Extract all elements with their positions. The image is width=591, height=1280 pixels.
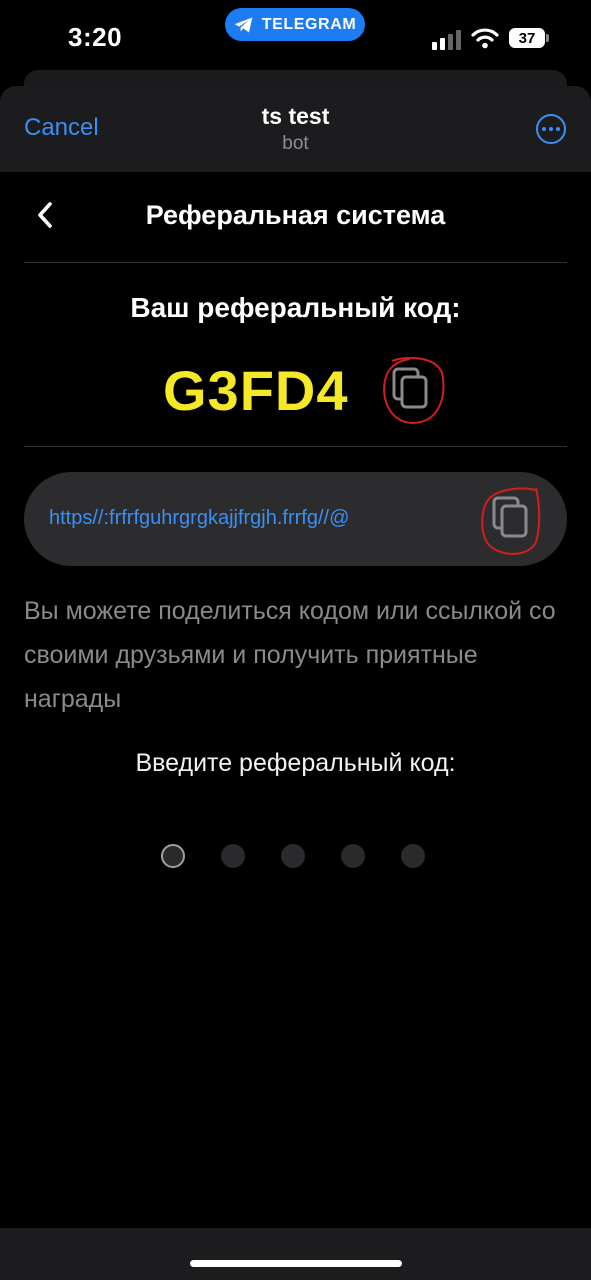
code-digit-slot[interactable]: [221, 844, 245, 868]
copy-icon: [481, 487, 541, 555]
bottom-bar: [0, 1228, 591, 1280]
battery-nub: [546, 34, 549, 42]
code-digit-slot[interactable]: [401, 844, 425, 868]
code-entry-indicator[interactable]: [161, 844, 425, 868]
battery-indicator: 37: [509, 28, 545, 48]
copy-link-button[interactable]: [478, 482, 544, 558]
divider: [24, 262, 567, 263]
code-digit-slot[interactable]: [161, 844, 185, 868]
more-options-button[interactable]: [536, 114, 566, 144]
copy-code-button[interactable]: [380, 355, 446, 425]
referral-code-value: G3FD4: [163, 359, 349, 422]
more-options-icon: [542, 127, 546, 131]
divider: [24, 446, 567, 447]
code-digit-slot[interactable]: [281, 844, 305, 868]
bot-name: ts test: [261, 103, 330, 129]
code-digit-slot[interactable]: [341, 844, 365, 868]
referral-code-label: Ваш реферальный код:: [130, 292, 461, 323]
cellular-signal-icon: [432, 30, 461, 50]
bot-subtitle: bot: [282, 133, 309, 154]
share-hint-text: Вы можете поделиться кодом или ссылкой с…: [24, 597, 556, 713]
page-title: Реферальная система: [145, 200, 446, 230]
home-indicator[interactable]: [190, 1260, 402, 1267]
copy-icon: [383, 356, 445, 425]
referral-link[interactable]: https//:frfrfguhrgrgkajjfrgjh.frrfg//@: [49, 507, 349, 530]
telegram-icon: [234, 17, 253, 32]
telegram-pill-label: TELEGRAM: [261, 15, 357, 33]
telegram-return-pill[interactable]: TELEGRAM: [225, 8, 365, 41]
status-time: 3:20: [68, 22, 123, 52]
enter-code-label: Введите реферальный код:: [135, 749, 456, 777]
wifi-icon: [471, 28, 499, 49]
